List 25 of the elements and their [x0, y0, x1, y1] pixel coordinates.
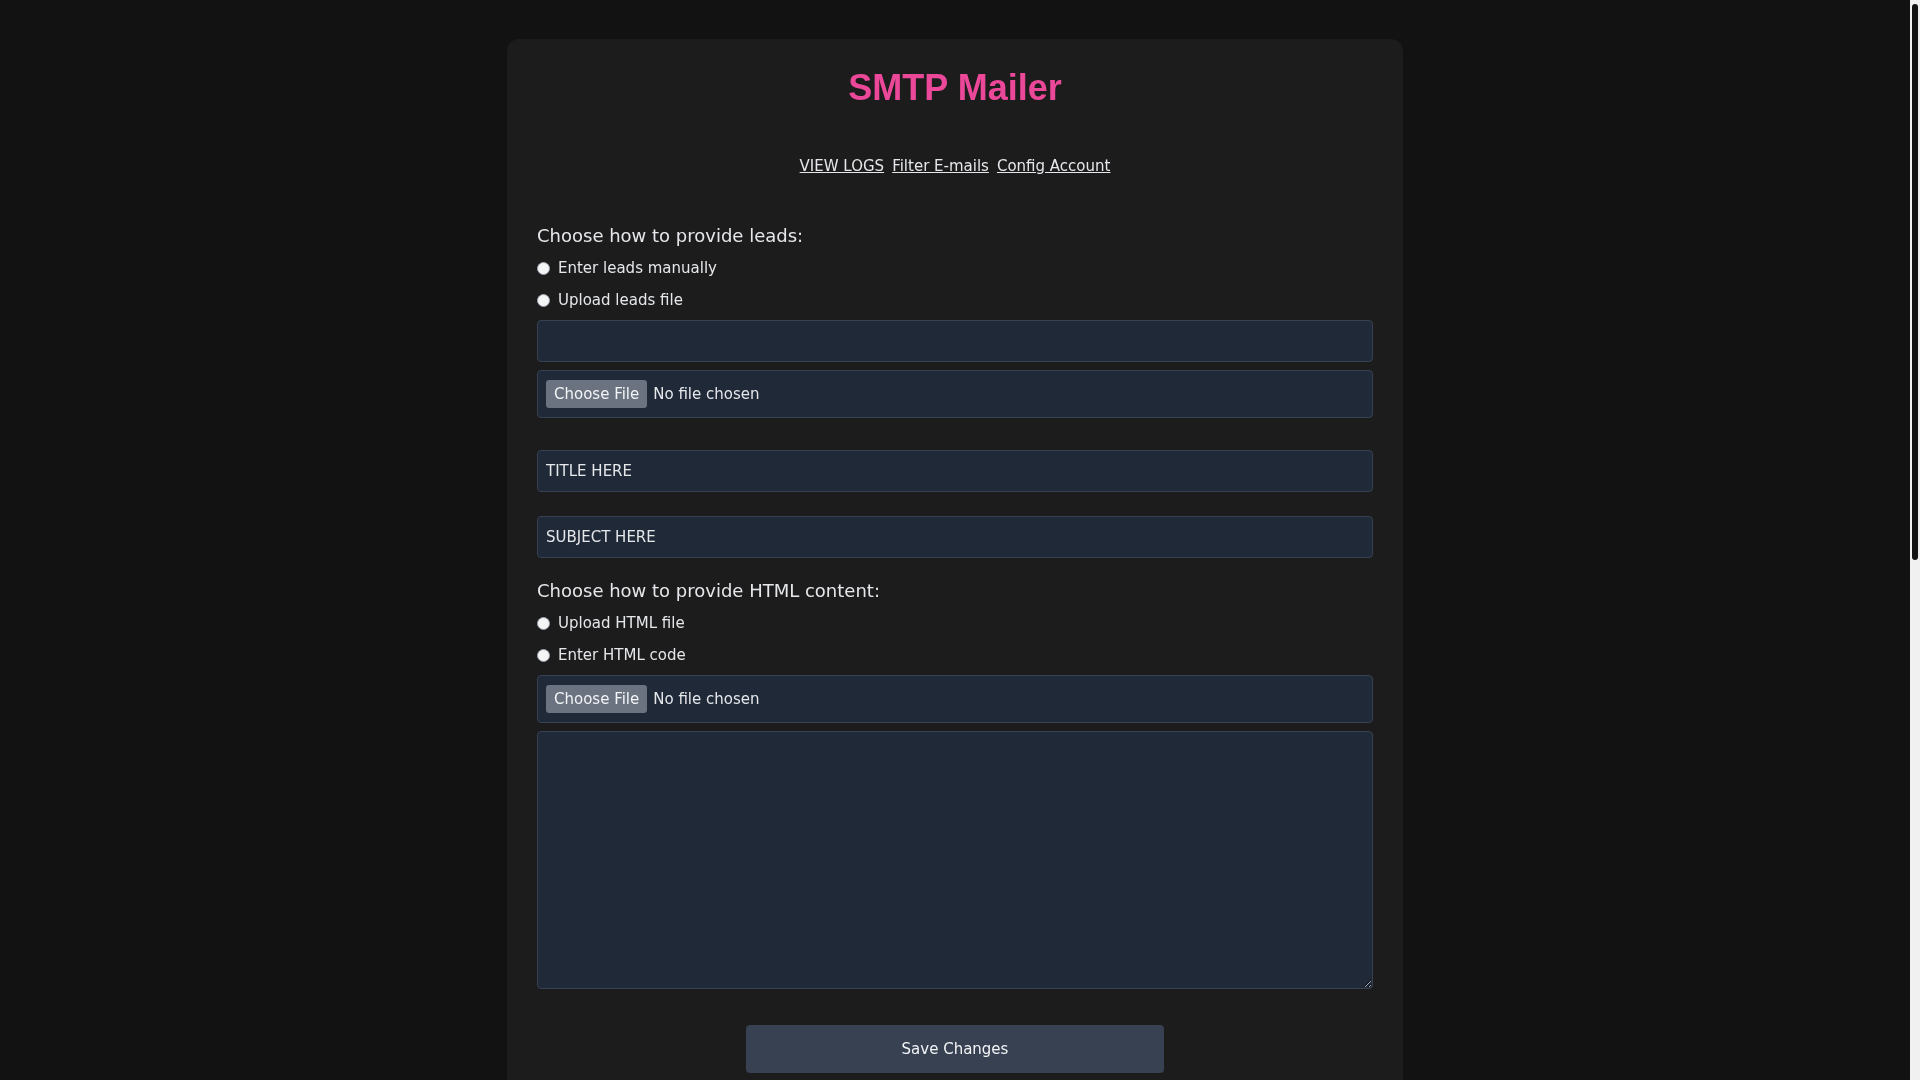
section-heading: Choose how to provide leads:: [537, 225, 805, 246]
nav-link[interactable]: Config Account: [996, 157, 1111, 175]
radio-label: Upload HTML file: [558, 614, 685, 632]
choose-file-button[interactable]: Choose File: [546, 685, 648, 713]
subject-input-field[interactable]: SUBJECT HERE: [537, 516, 1373, 558]
radio-button[interactable]: [537, 261, 550, 275]
section-heading: Choose how to provide HTML content:: [537, 580, 881, 601]
file-status: No file chosen: [653, 690, 760, 708]
scrollbar-drawing[interactable]: [1910, 0, 1920, 1080]
radio-button[interactable]: [537, 648, 550, 662]
title-input-field[interactable]: TITLE HERE: [537, 450, 1373, 492]
nav-link[interactable]: Filter E-mails: [892, 157, 989, 175]
radio-label: Enter leads manually: [558, 259, 717, 277]
file-input[interactable]: Choose File No file chosen: [537, 675, 1373, 723]
radio-label: Enter HTML code: [558, 646, 686, 664]
file-status: No file chosen: [653, 385, 760, 403]
app-title: SMTP Mailer: [848, 67, 1062, 109]
radio-button[interactable]: [537, 293, 550, 307]
choose-file-button[interactable]: Choose File: [546, 380, 648, 408]
nav-link[interactable]: VIEW LOGS: [799, 157, 885, 175]
radio-label: Upload leads file: [558, 291, 683, 309]
radio-button[interactable]: [537, 616, 550, 630]
file-input[interactable]: Choose File No file chosen: [537, 370, 1373, 418]
save-button[interactable]: Save Changes: [746, 1025, 1164, 1073]
leads-input-field[interactable]: [537, 320, 1373, 362]
